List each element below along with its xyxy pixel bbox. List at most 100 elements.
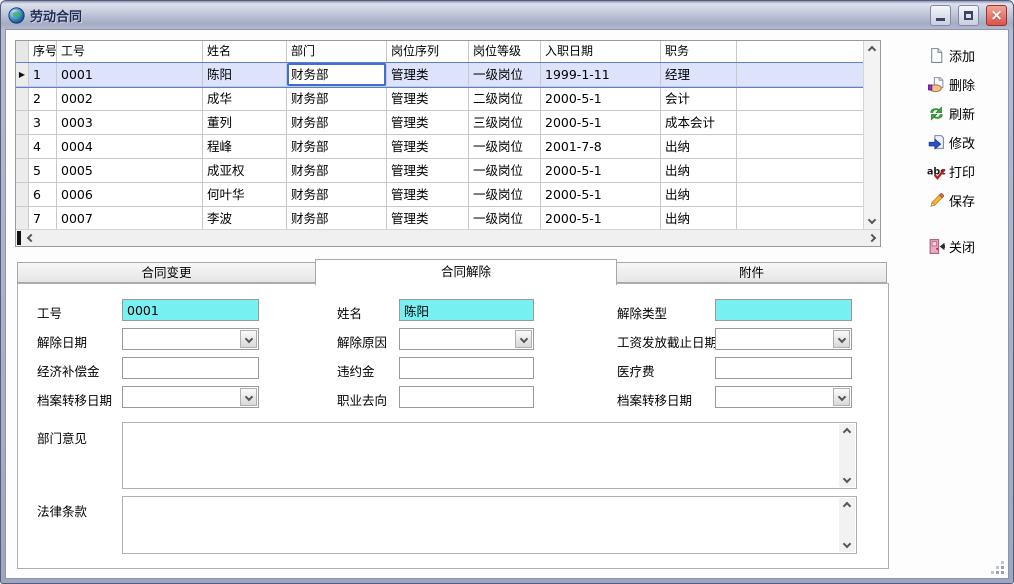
grid-cell[interactable]: 出纳 [661,159,737,182]
grid-cell[interactable]: 2000-5-1 [541,159,661,182]
table-row[interactable]: 30003董列财务部管理类三级岗位2000-5-1成本会计 [16,111,863,135]
scroll-right-icon[interactable] [868,234,876,242]
grid-cell[interactable]: 0004 [57,135,203,158]
dropdown-button[interactable] [240,388,257,406]
grid-cell[interactable]: 财务部 [287,183,387,206]
penalty-field[interactable] [399,357,534,379]
grid-cell[interactable]: 二级岗位 [469,87,541,110]
grid-cell[interactable]: 管理类 [387,183,469,206]
grid-cell[interactable]: 成本会计 [661,111,737,134]
department-opinion-textarea[interactable] [122,422,857,489]
name-field[interactable] [399,299,534,321]
scroll-left-icon[interactable] [27,234,35,242]
grid-cell[interactable]: 6 [29,183,57,206]
grid-cell[interactable]: 7 [29,207,57,229]
grid-cell[interactable]: 管理类 [387,207,469,229]
grid-cell[interactable]: 一级岗位 [469,135,541,158]
grid-cell[interactable]: 财务部 [287,111,387,134]
grid-cell[interactable]: 0007 [57,207,203,229]
grid-cell[interactable]: 一级岗位 [469,183,541,206]
grid-cell[interactable]: 出纳 [661,183,737,206]
grid-cell[interactable]: 财务部 [287,87,387,110]
action-button-5[interactable]: abc打印 [927,161,1011,182]
grid-cell[interactable]: 程峰 [203,135,287,158]
textarea-scrollbar[interactable] [839,498,855,552]
grid-cell[interactable]: 财务部 [287,159,387,182]
archive-transfer-date-combo[interactable] [122,386,259,408]
grid-vertical-scrollbar[interactable] [863,41,880,229]
column-header-4[interactable]: 部门 [287,41,387,62]
grid-cell[interactable]: 一级岗位 [469,63,541,86]
grid-cell[interactable]: 1 [29,63,57,86]
hscroll-thumb[interactable] [17,231,21,245]
grid-cell[interactable]: 2 [29,87,57,110]
grid-cell[interactable]: 出纳 [661,207,737,229]
salary-cutoff-date-combo[interactable] [715,328,852,350]
grid-cell[interactable]: 财务部 [287,135,387,158]
column-header-1[interactable]: 序号 [29,41,57,62]
action-button-2[interactable]: 删除 [927,74,1011,95]
medical-fee-field[interactable] [715,357,852,379]
grid-cell[interactable]: 5 [29,159,57,182]
column-header-2[interactable]: 工号 [57,41,203,62]
action-button-3[interactable]: 刷新 [927,103,1011,124]
action-button-1[interactable]: 添加 [927,45,1011,66]
grid-cell[interactable]: 0002 [57,87,203,110]
grid-cell[interactable]: 一级岗位 [469,159,541,182]
grid-cell[interactable]: 0001 [57,63,203,86]
termination-date-combo[interactable] [122,328,259,350]
grid-cell[interactable]: 4 [29,135,57,158]
grid-cell[interactable]: 2000-5-1 [541,111,661,134]
table-row[interactable]: 20002成华财务部管理类二级岗位2000-5-1会计 [16,87,863,111]
action-button-7[interactable]: 关闭 [927,236,1011,257]
grid-cell[interactable]: 陈阳 [203,63,287,86]
archive-transfer-date-combo-2[interactable] [715,386,852,408]
grid-cell[interactable]: 一级岗位 [469,207,541,229]
career-destination-field[interactable] [399,386,534,408]
grid-cell[interactable]: 管理类 [387,159,469,182]
dropdown-button[interactable] [515,330,532,348]
column-header-3[interactable]: 姓名 [203,41,287,62]
grid-cell[interactable]: 2000-5-1 [541,87,661,110]
table-row[interactable]: 60006何叶华财务部管理类一级岗位2000-5-1出纳 [16,183,863,207]
scroll-up-icon[interactable] [843,428,851,436]
grid-cell[interactable]: 管理类 [387,135,469,158]
legal-terms-textarea[interactable] [122,496,857,554]
grid-cell[interactable]: 2001-7-8 [541,135,661,158]
grid-cell[interactable]: 董列 [203,111,287,134]
grid-cell[interactable]: 0005 [57,159,203,182]
tab-2[interactable]: 合同解除 [315,259,617,285]
close-button[interactable]: × [986,5,1007,26]
dropdown-button[interactable] [833,330,850,348]
grid-cell[interactable]: 出纳 [661,135,737,158]
scroll-up-icon[interactable] [843,502,851,510]
grid-cell[interactable]: 管理类 [387,111,469,134]
grid-cell[interactable]: 3 [29,111,57,134]
maximize-button[interactable] [958,5,979,26]
employee-id-field[interactable] [122,299,259,321]
grid-cell[interactable]: 1999-1-11 [541,63,661,86]
resize-grip[interactable] [992,562,1005,575]
grid-cell[interactable]: 会计 [661,87,737,110]
action-button-6[interactable]: 保存 [927,190,1011,211]
dropdown-button[interactable] [240,330,257,348]
table-row[interactable]: ▶10001陈阳财务部管理类一级岗位1999-1-11经理 [16,63,863,87]
tab-3[interactable]: 附件 [616,262,887,283]
grid-cell[interactable]: 成亚权 [203,159,287,182]
grid-cell[interactable]: 经理 [661,63,737,86]
termination-reason-combo[interactable] [399,328,534,350]
minimize-button[interactable] [930,5,951,26]
column-header-8[interactable]: 职务 [661,41,737,62]
titlebar[interactable]: 劳动合同 × [1,1,1013,29]
grid-cell[interactable]: 财务部 [287,207,387,229]
scroll-down-icon[interactable] [868,216,876,224]
grid-cell[interactable]: 三级岗位 [469,111,541,134]
table-row[interactable]: 40004程峰财务部管理类一级岗位2001-7-8出纳 [16,135,863,159]
compensation-field[interactable] [122,357,259,379]
table-row[interactable]: 70007李波财务部管理类一级岗位2000-5-1出纳 [16,207,863,229]
scroll-down-icon[interactable] [843,540,851,548]
action-button-4[interactable]: 修改 [927,132,1011,153]
grid-cell[interactable]: 管理类 [387,63,469,86]
column-header-5[interactable]: 岗位序列 [387,41,469,62]
grid-cell[interactable]: 财务部 [287,63,387,86]
